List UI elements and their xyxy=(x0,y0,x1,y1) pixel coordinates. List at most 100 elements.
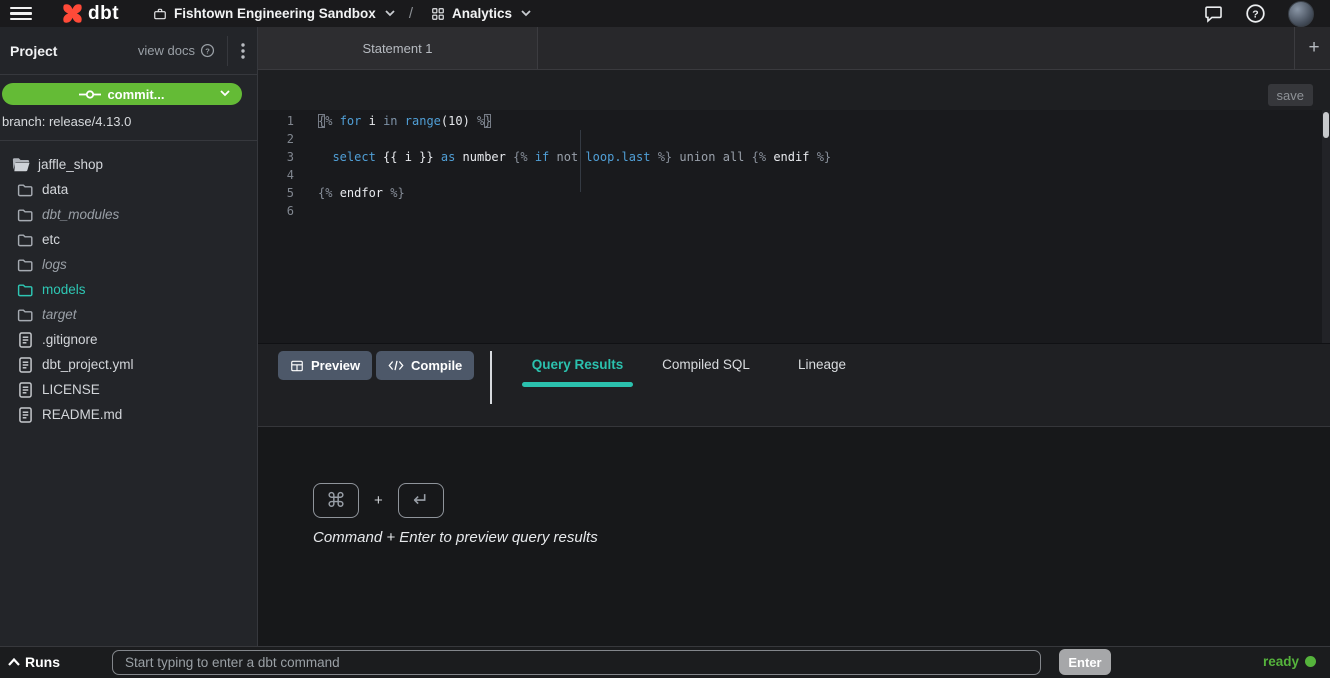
dbt-command-input[interactable] xyxy=(112,650,1041,675)
file-icon xyxy=(16,407,34,423)
runs-toggle[interactable]: Runs xyxy=(8,654,60,670)
folder-icon xyxy=(16,233,34,247)
tree-item-dbt-project-yml[interactable]: dbt_project.yml xyxy=(0,352,257,377)
tree-item-label: dbt_project.yml xyxy=(42,357,134,372)
branch-label: branch: release/4.13.0 xyxy=(2,114,131,129)
status-label: ready xyxy=(1263,654,1299,669)
dbt-logo-icon xyxy=(60,1,85,26)
tree-item-jaffle-shop[interactable]: jaffle_shop xyxy=(0,152,257,177)
editor-tab-label: Statement 1 xyxy=(362,41,432,56)
tree-item-data[interactable]: data xyxy=(0,177,257,202)
results-toolbar: Preview Compile Query Results Compiled SQ… xyxy=(258,343,1330,427)
compile-label: Compile xyxy=(411,358,462,373)
enter-button[interactable]: Enter xyxy=(1059,649,1111,675)
briefcase-icon xyxy=(153,7,167,21)
file-icon xyxy=(16,332,34,348)
toolbar-separator xyxy=(490,351,492,404)
editor-scrollbar-track[interactable] xyxy=(1322,110,1330,343)
tree-item--gitignore[interactable]: .gitignore xyxy=(0,327,257,352)
commit-button[interactable]: commit... xyxy=(2,83,242,105)
breadcrumb-separator: / xyxy=(409,5,413,22)
tree-item-readme-md[interactable]: README.md xyxy=(0,402,257,427)
view-docs-label: view docs xyxy=(138,43,195,58)
folder-icon xyxy=(16,183,34,197)
editor-tabstrip: Statement 1 + xyxy=(258,27,1330,70)
tree-item-target[interactable]: target xyxy=(0,302,257,327)
chat-icon[interactable] xyxy=(1204,4,1223,23)
tree-item-label: dbt_modules xyxy=(42,207,119,222)
code-icon xyxy=(388,359,404,372)
folder-open-icon xyxy=(12,157,30,172)
chevron-up-icon xyxy=(8,658,20,666)
tree-item-models[interactable]: models xyxy=(0,277,257,302)
editor-scrollbar-thumb[interactable] xyxy=(1323,112,1329,138)
dbt-logo[interactable]: dbt xyxy=(60,1,119,26)
tree-item-label: models xyxy=(42,282,86,297)
code-line: {% endfor %} xyxy=(318,184,405,202)
tree-item-dbt-modules[interactable]: dbt_modules xyxy=(0,202,257,227)
line-number: 4 xyxy=(270,166,294,184)
status-dot-icon xyxy=(1305,656,1316,667)
save-button[interactable]: save xyxy=(1268,84,1313,106)
code-line: select {{ i }} as number {% if not loop.… xyxy=(318,148,831,166)
compile-button[interactable]: Compile xyxy=(376,351,474,380)
new-tab-button[interactable]: + xyxy=(1304,39,1324,59)
tree-item-etc[interactable]: etc xyxy=(0,227,257,252)
editor-tab-statement-1[interactable]: Statement 1 xyxy=(258,27,538,69)
tree-item-license[interactable]: LICENSE xyxy=(0,377,257,402)
command-status-bar: Runs Enter ready xyxy=(0,646,1330,678)
dbt-logo-text: dbt xyxy=(88,3,119,25)
results-tab-lineage[interactable]: Lineage xyxy=(786,357,858,377)
account-switcher[interactable]: Fishtown Engineering Sandbox xyxy=(153,6,395,21)
tree-item-label: logs xyxy=(42,257,67,272)
status-indicator: ready xyxy=(1263,654,1316,669)
sidebar-title: Project xyxy=(10,43,57,59)
tree-item-logs[interactable]: logs xyxy=(0,252,257,277)
kebab-menu-icon xyxy=(241,43,245,59)
tree-item-label: target xyxy=(42,307,77,322)
line-number: 3 xyxy=(270,148,294,166)
line-number: 5 xyxy=(270,184,294,202)
help-circle-icon: ? xyxy=(200,43,215,58)
folder-icon xyxy=(16,258,34,272)
line-number: 2 xyxy=(270,130,294,148)
sidebar-divider xyxy=(0,140,257,141)
account-name: Fishtown Engineering Sandbox xyxy=(174,6,376,21)
file-tree: jaffle_shopdata dbt_modulesetc logs models t… xyxy=(0,152,257,427)
results-tab-query-results[interactable]: Query Results xyxy=(522,357,633,377)
chevron-down-icon xyxy=(521,10,531,17)
tree-item-label: etc xyxy=(42,232,60,247)
chevron-down-icon xyxy=(220,90,230,97)
empty-state-caption: Command + Enter to preview query results xyxy=(313,529,598,546)
help-icon[interactable]: ? xyxy=(1245,3,1266,24)
command-key-icon: ⌘ xyxy=(313,483,359,518)
file-icon xyxy=(16,357,34,373)
grid-icon xyxy=(431,7,445,21)
table-icon xyxy=(290,359,304,373)
enter-key-icon: ↵ xyxy=(398,483,444,518)
view-docs-link[interactable]: view docs ? xyxy=(138,43,227,58)
code-line: {% for i in range(10) %} xyxy=(318,112,491,130)
query-results-panel: ⌘ + ↵ Command + Enter to preview query r… xyxy=(258,427,1330,646)
project-switcher[interactable]: Analytics xyxy=(431,6,531,21)
line-number: 6 xyxy=(270,202,294,220)
sidebar-menu-button[interactable] xyxy=(227,36,257,66)
hamburger-menu-icon[interactable] xyxy=(10,7,32,21)
project-name: Analytics xyxy=(452,6,512,21)
dbt-ide-window: dbt Fishtown Engineering Sandbox / Analy… xyxy=(0,0,1330,678)
folder-icon xyxy=(16,308,34,322)
sidebar-header: Project view docs ? xyxy=(0,27,257,75)
tabstrip-divider xyxy=(1294,27,1295,69)
code-editor[interactable]: 1 {% for i in range(10) %} 23 select {{ i … xyxy=(258,110,1330,343)
tree-item-label: jaffle_shop xyxy=(38,157,103,172)
svg-text:?: ? xyxy=(205,46,210,55)
preview-button[interactable]: Preview xyxy=(278,351,372,380)
user-avatar[interactable] xyxy=(1288,1,1314,27)
editor-toolbar: save xyxy=(258,70,1330,110)
preview-label: Preview xyxy=(311,358,360,373)
results-tab-compiled-sql[interactable]: Compiled SQL xyxy=(655,357,757,377)
tree-item-label: .gitignore xyxy=(42,332,98,347)
line-number: 1 xyxy=(270,112,294,130)
folder-icon xyxy=(16,208,34,222)
tree-item-label: LICENSE xyxy=(42,382,100,397)
